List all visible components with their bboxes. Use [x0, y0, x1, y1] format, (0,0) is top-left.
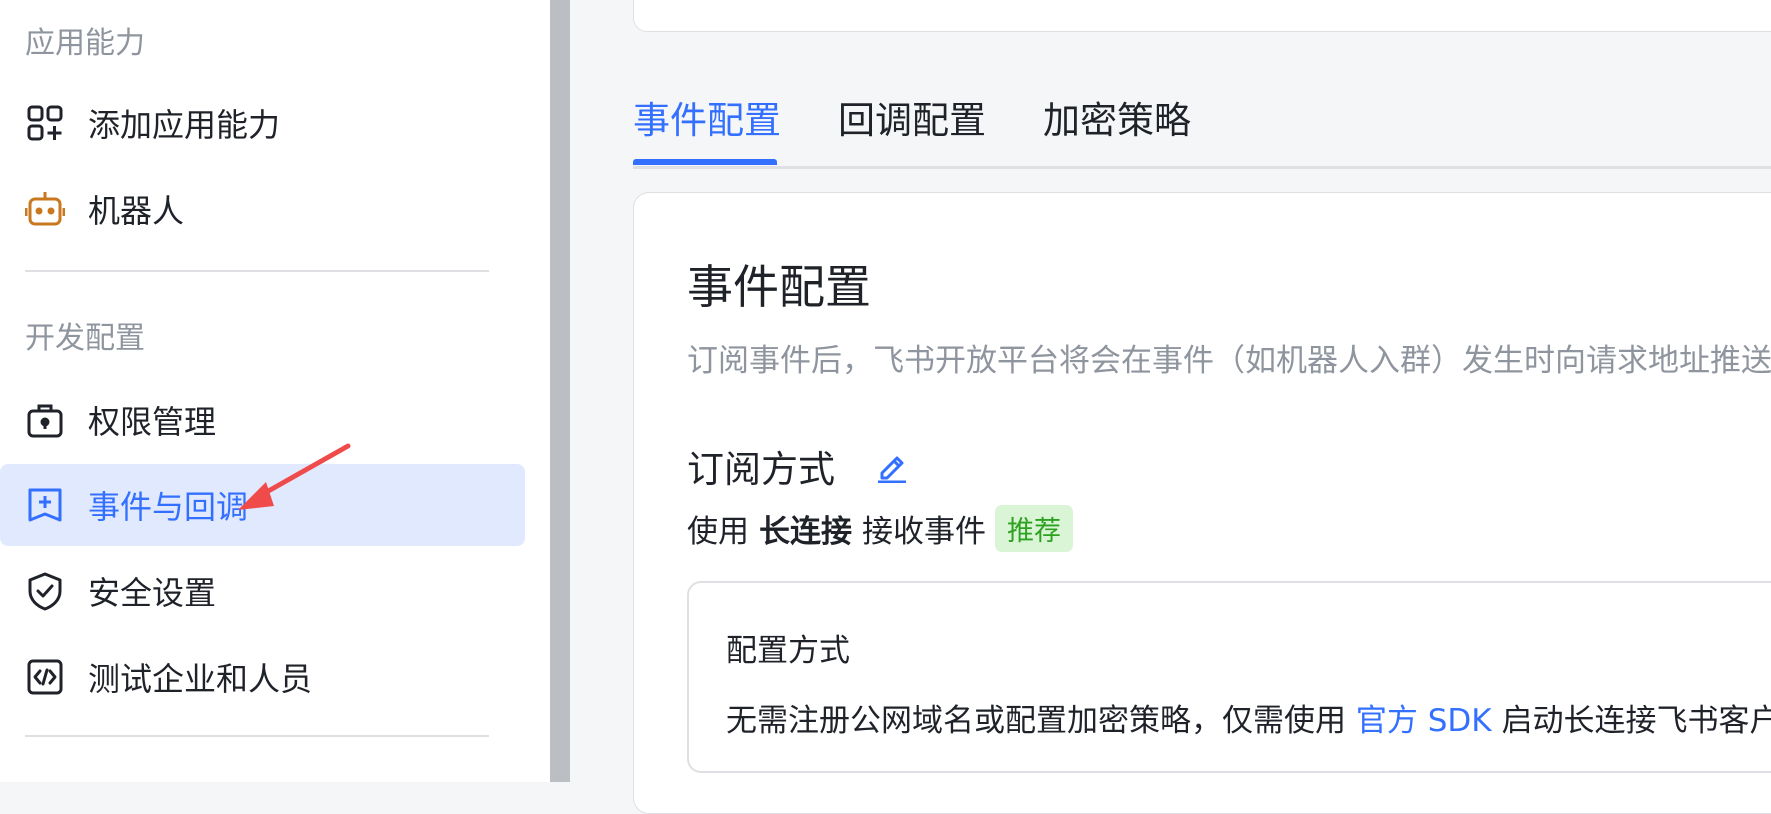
official-sdk-link[interactable]: 官方 SDK	[1356, 703, 1492, 739]
sidebar-item-label: 事件与回调	[88, 488, 249, 526]
shield-check-icon	[25, 571, 65, 611]
config-method-description: 无需注册公网域名或配置加密策略，仅需使用 官方 SDK 启动长连接飞书客户端	[726, 695, 1771, 740]
sidebar-scrollbar[interactable]	[550, 0, 570, 782]
sidebar-item-permissions[interactable]: 权限管理	[0, 379, 525, 461]
main-content: 事件配置 回调配置 加密策略 事件配置 订阅事件后，飞书开放平台将会在事件（如机…	[578, 0, 1771, 814]
subscription-mode: 使用 长连接 接收事件 推荐	[687, 505, 1073, 552]
robot-icon	[25, 189, 65, 229]
previous-card	[633, 0, 1771, 32]
sidebar-item-label: 测试企业和人员	[88, 660, 313, 698]
config-method-title: 配置方式	[726, 633, 850, 669]
tab-callback-config[interactable]: 回调配置	[838, 90, 986, 144]
sidebar-item-label: 机器人	[88, 192, 185, 230]
recommended-badge: 推荐	[995, 505, 1073, 552]
card-description: 订阅事件后，飞书开放平台将会在事件（如机器人入群）发生时向请求地址推送	[687, 343, 1771, 379]
code-box-icon	[25, 657, 65, 697]
mode-suffix: 接收事件	[862, 514, 986, 550]
event-config-card: 事件配置 订阅事件后，飞书开放平台将会在事件（如机器人入群）发生时向请求地址推送…	[633, 192, 1771, 814]
sidebar-item-security[interactable]: 安全设置	[0, 550, 525, 632]
mode-prefix: 使用	[687, 514, 749, 550]
tab-active-indicator	[633, 159, 777, 165]
section-title-dev-config: 开发配置	[25, 321, 145, 356]
config-desc-suffix: 启动长连接飞书客户端	[1501, 703, 1771, 739]
sidebar-divider	[25, 735, 489, 737]
tab-bar: 事件配置 回调配置 加密策略	[633, 80, 1771, 169]
mode-name: 长连接	[759, 514, 852, 550]
sidebar-item-test-tenants[interactable]: 测试企业和人员	[0, 636, 525, 718]
subscription-method-heading: 订阅方式	[687, 439, 909, 493]
sidebar: 应用能力 添加应用能力 机器人 开发配置 权限管理 事件与回调 安全设置 测试企…	[0, 0, 550, 782]
card-title: 事件配置	[687, 260, 871, 314]
sidebar-item-events-callbacks[interactable]: 事件与回调	[0, 464, 525, 546]
config-desc-prefix: 无需注册公网域名或配置加密策略，仅需使用	[726, 703, 1346, 739]
tab-label: 回调配置	[838, 99, 986, 142]
apps-add-icon	[25, 103, 65, 143]
sidebar-item-label: 权限管理	[88, 403, 217, 441]
edit-icon[interactable]	[875, 449, 909, 483]
section-title-app-capabilities: 应用能力	[25, 26, 145, 61]
subscription-method-label: 订阅方式	[687, 448, 835, 491]
tab-encryption-policy[interactable]: 加密策略	[1043, 90, 1191, 144]
sidebar-item-label: 安全设置	[88, 574, 217, 612]
tab-label: 事件配置	[633, 99, 781, 142]
event-plus-icon	[25, 485, 65, 525]
sidebar-item-robot[interactable]: 机器人	[0, 168, 525, 250]
briefcase-lock-icon	[25, 400, 65, 440]
sidebar-divider	[25, 270, 489, 272]
tab-label: 加密策略	[1043, 99, 1191, 142]
config-method-box: 配置方式 无需注册公网域名或配置加密策略，仅需使用 官方 SDK 启动长连接飞书…	[687, 581, 1771, 773]
tab-event-config[interactable]: 事件配置	[633, 90, 781, 165]
sidebar-item-add-capability[interactable]: 添加应用能力	[0, 82, 525, 164]
sidebar-item-label: 添加应用能力	[88, 106, 281, 144]
